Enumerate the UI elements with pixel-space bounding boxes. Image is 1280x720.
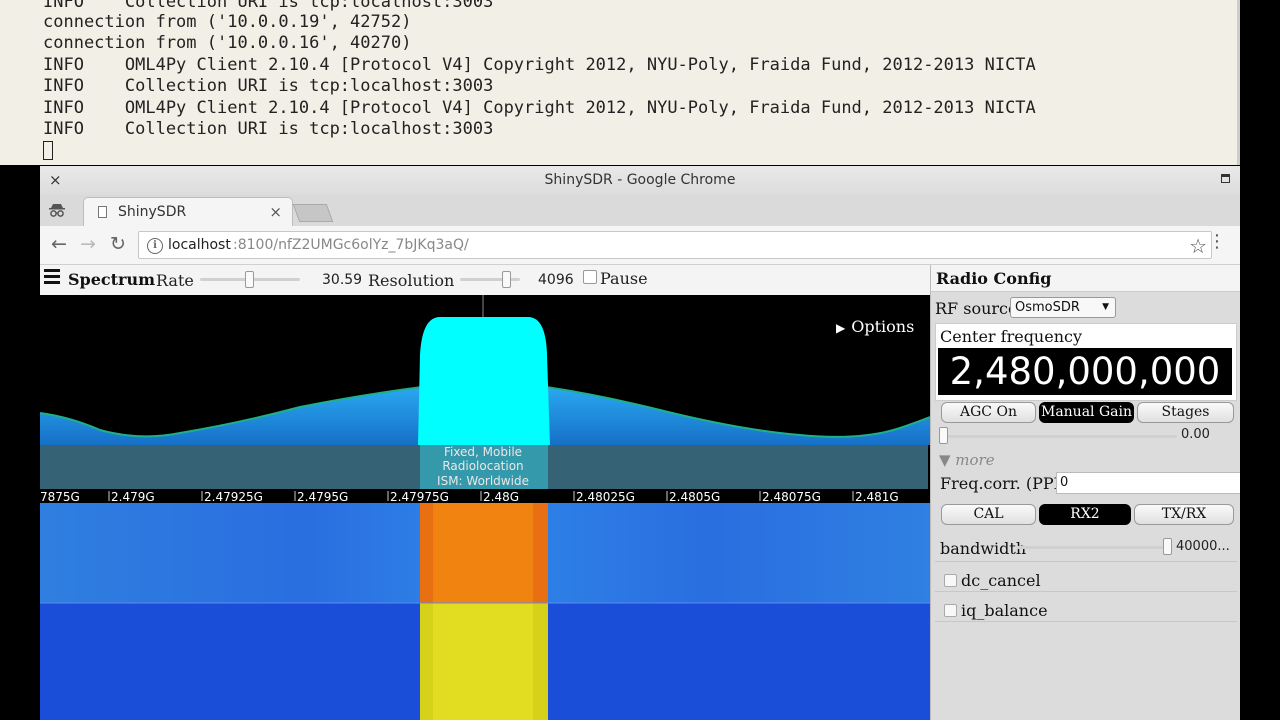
signal-peak: [418, 317, 550, 445]
freq-tick-label: 2.48075G: [762, 490, 821, 504]
agc-on-button[interactable]: AGC On: [941, 402, 1036, 423]
terminal-window: INFO Collection URI is tcp:localhost:300…: [0, 0, 1240, 165]
terminal-line: INFO Collection URI is tcp:localhost:300…: [43, 119, 494, 139]
rate-value: 30.59: [322, 272, 363, 288]
bandwidth-label: bandwidth: [940, 539, 1027, 558]
forward-icon[interactable]: →: [80, 234, 96, 254]
radio-config-header: Radio Config: [931, 265, 1240, 292]
radio-config-title: Radio Config: [936, 269, 1052, 288]
hamburger-menu-icon[interactable]: [44, 269, 60, 284]
antenna-rx2-button[interactable]: RX2: [1039, 504, 1131, 525]
reload-icon[interactable]: ↻: [110, 234, 126, 254]
spectrum-display[interactable]: Fixed, Mobile Radiolocation ISM: Worldwi…: [40, 295, 930, 720]
bandwidth-value: 40000...: [1176, 539, 1230, 554]
address-bar[interactable]: i localhost :8100/nfZ2UMGc6olYz_7bJKq3aQ…: [138, 231, 1212, 259]
window-maximize-icon[interactable]: [1221, 174, 1230, 183]
freq-tick-label: 7875G: [40, 490, 80, 504]
pause-checkbox[interactable]: [583, 270, 597, 284]
options-label: Options: [851, 317, 915, 336]
window-title: ShinySDR - Google Chrome: [544, 172, 736, 188]
terminal-cursor[interactable]: [43, 141, 53, 160]
iq-balance-checkbox[interactable]: [944, 604, 957, 617]
freq-tick-label: 2.4805G: [669, 490, 720, 504]
terminal-line: connection from ('10.0.0.16', 40270): [43, 33, 412, 53]
tab-shinysdr[interactable]: ShinySDR ×: [83, 197, 293, 227]
chevron-down-icon: ▼: [1102, 302, 1109, 312]
spectrum-title: Spectrum: [68, 270, 156, 289]
waterfall-signal-warm-core: [433, 603, 533, 720]
freq-tick-label: 2.479G: [111, 490, 155, 504]
center-frequency-label: Center frequency: [940, 327, 1083, 346]
antenna-txrx-button[interactable]: TX/RX: [1134, 504, 1234, 525]
pause-label: Pause: [600, 269, 648, 288]
band-label: ISM: Worldwide: [437, 474, 529, 488]
back-icon[interactable]: ←: [51, 234, 67, 254]
site-info-icon[interactable]: i: [147, 238, 163, 254]
manual-gain-button[interactable]: Manual Gain: [1039, 402, 1134, 423]
page-icon: [98, 206, 107, 218]
terminal-scrollbar[interactable]: [1237, 0, 1240, 165]
url-path: :8100/nfZ2UMGc6olYz_7bJKq3aQ/: [233, 237, 469, 253]
freq-tick-label: 2.4795G: [297, 490, 348, 504]
divider: [935, 621, 1237, 622]
rate-label: Rate: [156, 271, 194, 290]
options-toggle[interactable]: ▶ Options: [836, 317, 914, 336]
center-frequency-box: Center frequency 2,480,000,000: [935, 323, 1237, 401]
dc-cancel-checkbox[interactable]: [944, 574, 957, 587]
page-content: Spectrum Rate 30.59 Resolution 4096 Paus…: [40, 265, 1240, 720]
gain-slider-thumb[interactable]: [939, 427, 948, 444]
expand-arrow-icon: ▶: [836, 321, 846, 335]
freq-tick-label: 2.48G: [483, 490, 519, 504]
freq-tick-label: 2.48025G: [576, 490, 635, 504]
rf-source-label: RF source: [935, 299, 1018, 318]
waterfall-signal-core: [433, 503, 533, 603]
tab-label: ShinySDR: [118, 204, 187, 220]
terminal-line: connection from ('10.0.0.19', 42752): [43, 12, 412, 32]
rf-source-value: OsmoSDR: [1015, 300, 1080, 315]
window-titlebar[interactable]: × ShinySDR - Google Chrome: [40, 166, 1240, 196]
resolution-value: 4096: [538, 272, 574, 288]
terminal-line: INFO Collection URI is tcp:localhost:300…: [43, 76, 494, 96]
tab-close-icon[interactable]: ×: [269, 203, 282, 221]
stages-button[interactable]: Stages: [1137, 402, 1234, 423]
browser-window: × ShinySDR - Google Chrome ShinySDR × ← …: [40, 166, 1240, 720]
terminal-line: INFO OML4Py Client 2.10.4 [Protocol V4] …: [43, 98, 1036, 118]
gain-value: 0.00: [1181, 427, 1210, 442]
terminal-line: INFO Collection URI is tcp:localhost:300…: [43, 0, 494, 12]
freq-tick-label: 2.481G: [855, 490, 899, 504]
spectrum-toolbar: Spectrum Rate 30.59 Resolution 4096 Paus…: [40, 265, 930, 296]
iq-balance-label: iq_balance: [961, 601, 1048, 620]
resolution-slider-track[interactable]: [460, 278, 520, 281]
band-label: Fixed, Mobile: [444, 445, 522, 459]
incognito-icon: [49, 204, 65, 217]
antenna-cal-button[interactable]: CAL: [941, 504, 1036, 525]
bandwidth-slider-thumb[interactable]: [1163, 538, 1172, 555]
browser-toolbar: ← → ↻ i localhost :8100/nfZ2UMGc6olYz_7b…: [40, 226, 1240, 265]
spectrum-canvas[interactable]: Fixed, Mobile Radiolocation ISM: Worldwi…: [40, 295, 930, 720]
band-label: Radiolocation: [442, 459, 523, 473]
divider: [935, 561, 1237, 562]
freq-tick-label: 2.47975G: [390, 490, 449, 504]
tab-strip: ShinySDR ×: [40, 195, 1240, 227]
freq-tick-label: 2.47925G: [204, 490, 263, 504]
bookmark-star-icon[interactable]: ☆: [1189, 234, 1207, 258]
chrome-menu-icon[interactable]: ⋮: [1208, 232, 1226, 252]
dc-cancel-label: dc_cancel: [961, 571, 1041, 590]
more-toggle[interactable]: ▼ more: [939, 451, 995, 469]
freq-corr-input[interactable]: 0: [1056, 472, 1240, 494]
rate-slider-thumb[interactable]: [245, 271, 254, 288]
rf-source-select[interactable]: OsmoSDR ▼: [1010, 297, 1116, 318]
resolution-slider-thumb[interactable]: [502, 271, 511, 288]
new-tab-button[interactable]: [292, 204, 334, 222]
gain-slider-track[interactable]: [943, 435, 1177, 438]
resolution-label: Resolution: [368, 271, 455, 290]
url-host: localhost: [168, 237, 231, 253]
bandwidth-slider-track[interactable]: [1016, 546, 1166, 549]
terminal-line: INFO OML4Py Client 2.10.4 [Protocol V4] …: [43, 55, 1036, 75]
center-frequency-display[interactable]: 2,480,000,000: [938, 348, 1232, 395]
radio-config-panel: Radio Config RF source OsmoSDR ▼ Center …: [930, 265, 1240, 720]
divider: [935, 591, 1237, 592]
